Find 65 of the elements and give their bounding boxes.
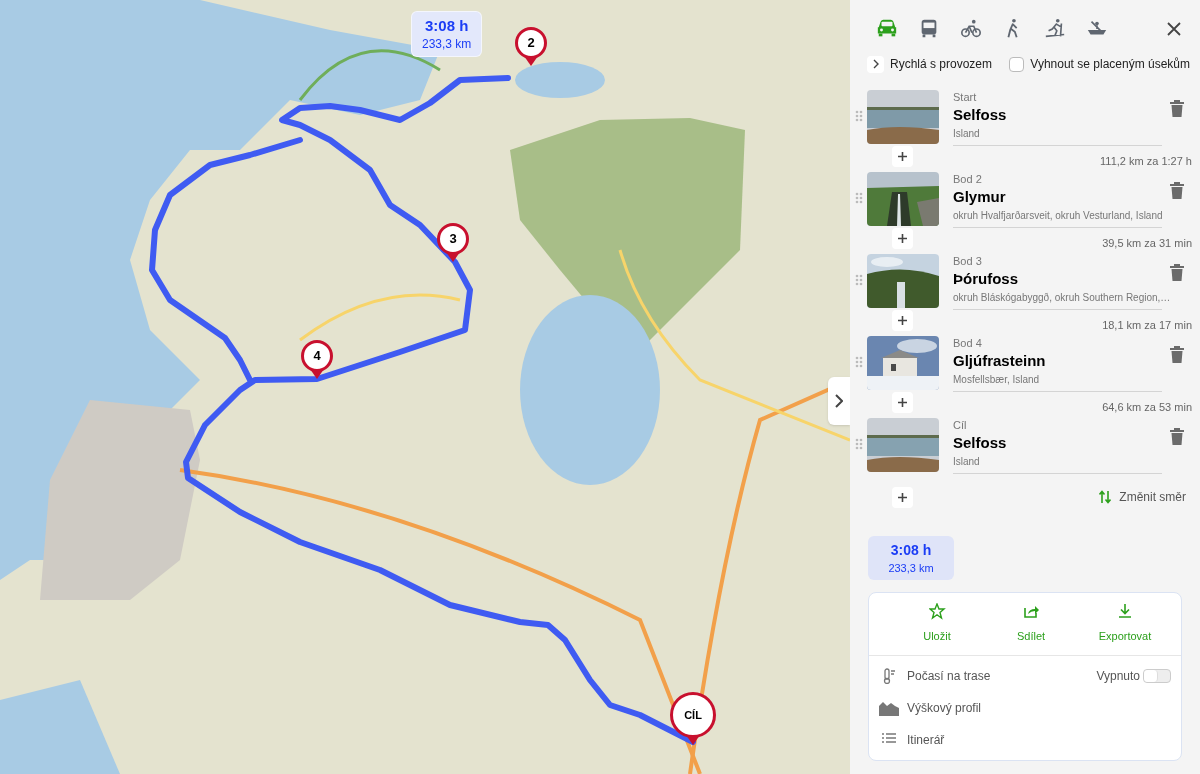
waypoint-place: okruh Hvalfjarðarsveit, okruh Vesturland, Island [953, 209, 1163, 223]
toggle-label: Vypnuto [1096, 668, 1140, 685]
action-button[interactable]: Sdílet [996, 603, 1066, 645]
waypoint-label: Bod 4 [953, 336, 983, 350]
action-button[interactable]: Exportovat [1090, 603, 1160, 645]
waypoint-label: Start [953, 90, 978, 104]
drag-handle-icon [855, 274, 863, 286]
waypoint-label: Cíl [953, 418, 968, 432]
star-icon [928, 603, 946, 621]
chevron-right-icon [872, 59, 879, 69]
checkbox-label: Vyhnout se placeným úsekům [1030, 56, 1190, 73]
waypoint-name[interactable]: Selfoss [953, 104, 1162, 126]
plus-icon [898, 315, 907, 325]
collapse-panel-button[interactable] [828, 377, 850, 425]
route-time-bubble: 3:08 h 233,3 km [411, 11, 483, 57]
waypoint-name[interactable]: Gljúfrasteinn [953, 350, 1162, 372]
waypoint-place: okruh Bláskógabyggð, okruh Southern Region,… [953, 291, 1171, 305]
plus-icon [898, 492, 907, 502]
checkbox[interactable] [1009, 56, 1025, 72]
leg-distance: 39,5 km za 31 min [1102, 235, 1192, 251]
skier-icon [1044, 18, 1066, 40]
add-waypoint-button[interactable] [892, 145, 913, 167]
drag-handle-icon [855, 438, 863, 450]
share-icon [1022, 603, 1040, 621]
tool-link[interactable]: Výškový profil [879, 699, 982, 717]
waypoint-place: Mosfellsbær, Island [953, 373, 1040, 387]
add-waypoint-button[interactable] [892, 227, 913, 249]
leg-distance: 18,1 km za 17 min [1102, 317, 1192, 333]
plus-icon [898, 233, 907, 243]
drag-handle-icon [855, 110, 863, 122]
mountain-profile-icon [879, 700, 899, 716]
leg-distance: 111,2 km za 1:27 h [1100, 153, 1192, 169]
waypoint-place: Island [953, 127, 980, 141]
add-waypoint-button[interactable] [892, 486, 913, 508]
bicycle-icon [960, 18, 982, 40]
drag-handle-icon [855, 356, 863, 368]
trash-icon [1170, 346, 1184, 363]
tool-link[interactable]: Počasí na trase [879, 667, 991, 685]
waypoint-place: Island [953, 455, 980, 469]
download-icon [1116, 603, 1134, 621]
add-waypoint-button[interactable] [892, 391, 913, 413]
plus-icon [898, 397, 907, 407]
reverse-route-button[interactable]: Změnit směr [1099, 488, 1186, 506]
waypoint-name[interactable]: Selfoss [953, 432, 1162, 454]
waypoint-label: Bod 2 [953, 172, 983, 186]
waypoint-name[interactable]: Þórufoss [953, 268, 1162, 290]
route-summary-bubble: 3:08 h 233,3 km [868, 536, 954, 580]
waypoint-name[interactable]: Glymur [953, 186, 1162, 208]
leg-distance: 64,6 km za 53 min [1102, 399, 1192, 415]
trash-icon [1170, 182, 1184, 199]
add-waypoint-button[interactable] [892, 309, 913, 331]
toggle-switch[interactable] [1143, 669, 1171, 683]
plus-icon [898, 151, 907, 161]
close-icon [1167, 22, 1181, 36]
action-button[interactable]: Uložit [902, 603, 972, 645]
drag-handle-icon [855, 192, 863, 204]
trash-icon [1170, 264, 1184, 281]
waypoint-label: Bod 3 [953, 254, 983, 268]
swap-arrows-icon [1099, 490, 1112, 504]
trash-icon [1170, 100, 1184, 117]
route-type-dropdown[interactable]: Rychlá s provozem [867, 55, 993, 73]
trash-icon [1170, 428, 1184, 445]
tool-link[interactable]: Itinerář [879, 731, 945, 749]
thermometer-icon [882, 668, 896, 684]
chevron-right-icon [835, 394, 843, 408]
